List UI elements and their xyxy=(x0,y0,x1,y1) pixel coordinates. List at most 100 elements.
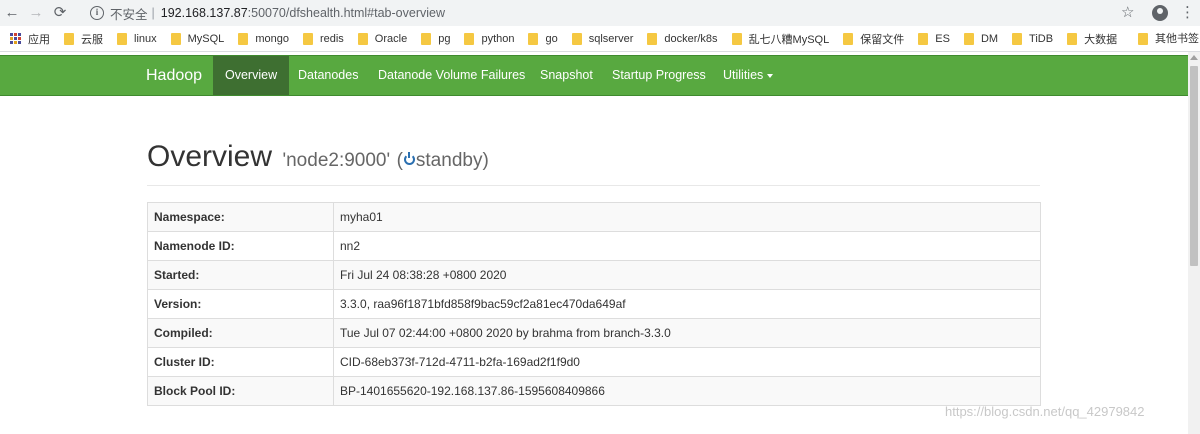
table-row: Namenode ID: nn2 xyxy=(147,231,1041,261)
row-key: Namespace: xyxy=(147,202,334,232)
bookmark-item[interactable]: ES xyxy=(918,32,950,45)
bookmark-item[interactable]: python xyxy=(464,32,515,45)
bookmark-label: go xyxy=(545,32,558,45)
overview-table: Namespace: myha01 Namenode ID: nn2 Started: F… xyxy=(147,202,1041,406)
bookmark-label: 大数据 xyxy=(1084,33,1118,46)
bookmark-label: docker/k8s xyxy=(664,32,718,45)
browser-menu-icon[interactable]: ⋮ xyxy=(1180,0,1195,26)
folder-icon xyxy=(170,32,181,45)
back-icon[interactable]: ← xyxy=(0,0,24,26)
bookmarks-bar: 应用 云服 linux MySQL mongo redis Oracle pg python g… xyxy=(0,26,1200,52)
table-row: Started: Fri Jul 24 08:38:28 +0800 2020 xyxy=(147,260,1041,290)
bookmark-item[interactable]: 云服 xyxy=(64,31,103,47)
row-key: Version: xyxy=(147,289,334,319)
caret-down-icon xyxy=(767,73,774,78)
url-host: 192.168.137.87 xyxy=(160,6,248,20)
bookmark-label: DM xyxy=(980,32,999,45)
bookmark-item[interactable]: linux xyxy=(117,32,157,45)
table-row: Namespace: myha01 xyxy=(147,202,1041,232)
row-key: Started: xyxy=(147,260,334,290)
apps-icon[interactable] xyxy=(10,32,22,45)
state-label: standby) xyxy=(415,150,489,171)
table-row: Block Pool ID: BP-1401655620-192.168.137.… xyxy=(147,376,1041,406)
nav-datanode-volume-failures[interactable]: Datanode Volume Failures xyxy=(366,56,537,95)
row-value: myha01 xyxy=(333,202,1041,232)
row-key: Namenode ID: xyxy=(147,231,334,261)
bookmark-item[interactable]: MySQL xyxy=(170,32,224,45)
bookmark-label: TiDB xyxy=(1029,32,1054,45)
scroll-thumb[interactable] xyxy=(1190,66,1198,266)
scroll-up-icon[interactable] xyxy=(1190,55,1198,60)
page-title: Overview 'node2:9000' (standby) xyxy=(147,140,489,174)
folder-icon xyxy=(117,32,127,45)
bookmark-item[interactable]: 保留文件 xyxy=(843,31,904,47)
bookmark-item[interactable]: go xyxy=(528,32,558,45)
folder-icon xyxy=(64,32,74,45)
bookmark-label: Oracle xyxy=(374,32,408,45)
folder-icon xyxy=(238,32,249,45)
browser-toolbar: ← → ⟳ i 不安全 | 192.168.137.87:50070/dfshe… xyxy=(0,0,1200,26)
bookmark-item[interactable]: 大数据 xyxy=(1067,31,1117,47)
folder-icon xyxy=(464,32,475,45)
page-scrollbar[interactable] xyxy=(1188,52,1200,434)
bookmark-item[interactable]: redis xyxy=(302,32,344,45)
nav-utilities[interactable]: Utilities xyxy=(711,56,785,95)
folder-icon xyxy=(731,32,742,45)
folder-icon xyxy=(1012,32,1023,45)
row-value: nn2 xyxy=(333,231,1041,261)
bookmark-label: 保留文件 xyxy=(860,33,905,46)
row-value: CID-68eb373f-712d-4711-b2fa-169ad2f1f9d0 xyxy=(333,347,1041,377)
table-row: Version: 3.3.0, raa96f1871bfd858f9bac59cf… xyxy=(147,289,1041,319)
bookmark-apps[interactable]: 应用 xyxy=(28,31,50,47)
folder-icon xyxy=(647,32,658,45)
folder-icon xyxy=(357,32,368,45)
bookmark-label: mongo xyxy=(255,32,289,45)
address-bar[interactable]: i 不安全 | 192.168.137.87:50070/dfshealth.h… xyxy=(84,2,1110,24)
row-key: Compiled: xyxy=(147,318,334,348)
bookmark-item[interactable]: mongo xyxy=(238,32,289,45)
profile-avatar-icon[interactable] xyxy=(1152,5,1168,21)
info-icon[interactable]: i xyxy=(90,6,104,20)
reload-icon[interactable]: ⟳ xyxy=(48,0,72,26)
row-value: Tue Jul 07 02:44:00 +0800 2020 by brahma… xyxy=(333,318,1041,348)
bookmark-item[interactable]: pg xyxy=(421,32,450,45)
navbar-brand[interactable]: Hadoop xyxy=(146,56,202,95)
nav-startup-progress[interactable]: Startup Progress xyxy=(600,56,718,95)
table-row: Cluster ID: CID-68eb373f-712d-4711-b2fa-1… xyxy=(147,347,1041,377)
row-key: Block Pool ID: xyxy=(147,376,334,406)
nav-datanodes[interactable]: Datanodes xyxy=(286,56,370,95)
row-value: Fri Jul 24 08:38:28 +0800 2020 xyxy=(333,260,1041,290)
nav-utilities-label: Utilities xyxy=(723,68,764,82)
folder-icon xyxy=(963,32,974,45)
row-value: 3.3.0, raa96f1871bfd858f9bac59cf2a81ec47… xyxy=(333,289,1041,319)
bookmark-item[interactable]: 乱七八糟MySQL xyxy=(731,31,830,47)
forward-icon[interactable]: → xyxy=(24,0,48,26)
bookmark-label: redis xyxy=(319,32,344,45)
address-separator: | xyxy=(151,6,155,20)
bookmark-label: ES xyxy=(935,32,950,45)
bookmark-label: 云服 xyxy=(81,33,103,46)
bookmark-item[interactable]: sqlserver xyxy=(571,32,633,45)
folder-icon xyxy=(918,32,929,45)
insecure-label: 不安全 xyxy=(110,7,148,22)
folder-icon xyxy=(302,32,313,45)
nav-snapshot[interactable]: Snapshot xyxy=(528,56,605,95)
bookmark-other[interactable]: 其他书签 xyxy=(1138,26,1199,52)
folder-icon xyxy=(843,32,854,45)
bookmark-label: python xyxy=(481,32,515,45)
title-divider xyxy=(147,185,1040,186)
bookmark-star-icon[interactable]: ☆ xyxy=(1121,0,1134,26)
bookmark-label: 乱七八糟MySQL xyxy=(748,33,830,46)
page-content: Hadoop Overview Datanodes Datanode Volum… xyxy=(0,52,1200,434)
nav-overview[interactable]: Overview xyxy=(213,56,290,95)
overview-heading: Overview xyxy=(147,140,273,173)
bookmark-item[interactable]: docker/k8s xyxy=(647,32,718,45)
bookmark-item[interactable]: Oracle xyxy=(357,32,408,45)
watermark: https://blog.csdn.net/qq_42979842 xyxy=(945,404,1145,419)
bookmark-label: linux xyxy=(134,32,157,45)
table-row: Compiled: Tue Jul 07 02:44:00 +0800 2020 … xyxy=(147,318,1041,348)
bookmark-item[interactable]: TiDB xyxy=(1012,32,1054,45)
bookmark-item[interactable]: DM xyxy=(963,32,999,45)
folder-icon xyxy=(571,32,582,45)
folder-icon xyxy=(421,32,432,45)
